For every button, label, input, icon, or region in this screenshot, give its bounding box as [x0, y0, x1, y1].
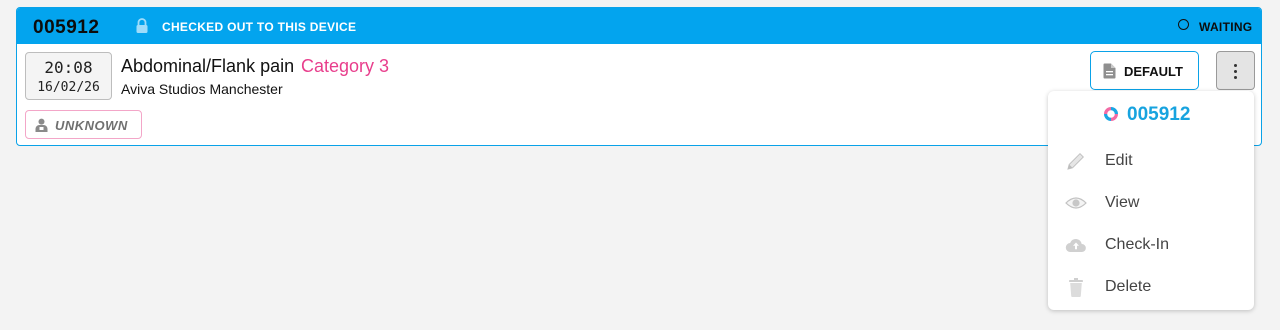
pencil-icon	[1067, 152, 1085, 170]
menu-item-label: Delete	[1105, 278, 1152, 295]
card-header: 005912 CHECKED OUT TO THIS DEVICE WAITIN…	[17, 8, 1261, 44]
status-label: WAITING	[1199, 20, 1253, 34]
kebab-dot	[1234, 76, 1237, 79]
menu-header: 005912	[1048, 104, 1254, 128]
category-label: Category 3	[301, 56, 390, 76]
checkout-status: CHECKED OUT TO THIS DEVICE	[162, 20, 357, 34]
status-circle-icon	[1178, 19, 1189, 30]
options-menu: 005912 Edit View Check-In Delete	[1048, 91, 1254, 310]
menu-item-view[interactable]: View	[1048, 182, 1254, 224]
eye-icon	[1065, 197, 1087, 209]
default-button-label: DEFAULT	[1124, 64, 1183, 79]
incident-time: 20:08	[44, 58, 93, 77]
person-icon	[35, 118, 48, 132]
menu-item-edit[interactable]: Edit	[1048, 140, 1254, 182]
menu-item-check-in[interactable]: Check-In	[1048, 224, 1254, 266]
cloud-upload-icon	[1065, 238, 1086, 253]
incident-id: 005912	[33, 17, 100, 38]
more-options-button[interactable]	[1216, 51, 1255, 90]
patient-badge-label: UNKNOWN	[55, 118, 128, 133]
kebab-dot	[1234, 70, 1237, 73]
menu-item-delete[interactable]: Delete	[1048, 266, 1254, 308]
lock-icon	[136, 18, 148, 33]
menu-item-label: Edit	[1105, 152, 1133, 169]
menu-item-label: Check-In	[1105, 236, 1170, 253]
chief-complaint: Abdominal/Flank pain	[121, 56, 295, 76]
default-button[interactable]: DEFAULT	[1090, 51, 1199, 90]
trash-icon	[1069, 278, 1083, 297]
menu-item-label: View	[1105, 194, 1140, 211]
kebab-dot	[1234, 64, 1237, 67]
brand-logo-icon	[1104, 107, 1118, 121]
incident-date: 16/02/26	[37, 80, 100, 95]
incident-location: Aviva Studios Manchester	[121, 81, 283, 97]
document-icon	[1103, 63, 1116, 79]
incident-time-box: 20:08 16/02/26	[25, 52, 112, 100]
menu-title: 005912	[1127, 104, 1191, 125]
patient-badge: UNKNOWN	[25, 110, 142, 139]
